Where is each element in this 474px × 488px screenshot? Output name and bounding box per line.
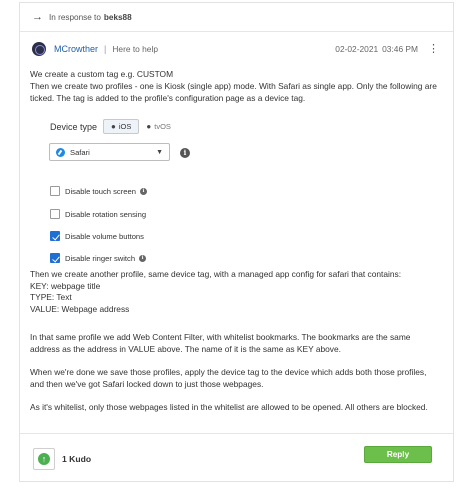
more-options-icon[interactable]: ⋮: [428, 43, 439, 55]
checkbox-checked[interactable]: [50, 231, 60, 241]
checkbox-label: Disable ringer switch: [65, 253, 136, 263]
safari-icon: [56, 147, 65, 157]
body-line: Then we create two profiles - one is Kio…: [30, 80, 437, 103]
post-body-paragraph: In that same profile we add Web Content …: [30, 332, 411, 354]
body-line: KEY: webpage title: [30, 280, 101, 291]
apple-icon: ●: [111, 122, 116, 131]
divider: [20, 31, 453, 32]
checkbox-row[interactable]: Disable volume buttons: [50, 230, 144, 242]
body-line: VALUE: Webpage address: [30, 303, 130, 314]
checkbox-row[interactable]: Disable ringer switch i: [50, 252, 147, 264]
avatar[interactable]: [32, 42, 46, 56]
post-header: MCrowther | Here to help 02-02-2021 03:4…: [32, 41, 439, 57]
info-icon[interactable]: i: [180, 148, 190, 158]
body-line: Then we create another profile, same dev…: [30, 269, 402, 279]
author-rank: Here to help: [112, 44, 158, 54]
app-select-value: Safari: [70, 147, 90, 157]
checkbox-row[interactable]: Disable rotation sensing: [50, 208, 146, 220]
header-separator: |: [104, 44, 107, 54]
body-line: We create a custom tag e.g. CUSTOM: [30, 69, 174, 79]
info-icon[interactable]: i: [139, 187, 147, 195]
apple-icon: ●: [146, 122, 152, 131]
divider: [20, 433, 453, 434]
in-response-prefix: In response to: [49, 12, 101, 22]
arrow-up-icon: ↑: [38, 453, 50, 465]
post-body-config: Then we create another profile, same dev…: [30, 269, 441, 315]
ios-option[interactable]: ● iOS: [103, 119, 140, 134]
tvos-option[interactable]: ● tvOS: [139, 119, 178, 134]
reply-arrow-icon: →: [32, 10, 43, 23]
checkbox-checked[interactable]: [50, 253, 60, 263]
kudo-count[interactable]: 1 Kudo: [62, 454, 91, 464]
checkbox[interactable]: [50, 186, 60, 196]
ios-label: iOS: [118, 122, 132, 131]
device-type-toggle: ● iOS ● tvOS: [103, 119, 178, 134]
device-type-label: Device type: [50, 121, 98, 132]
info-icon[interactable]: i: [139, 254, 147, 262]
post-body-paragraph: As it's whitelist, only those webpages l…: [30, 402, 428, 412]
post-date: 02-02-2021: [335, 44, 379, 54]
checkbox-label: Disable volume buttons: [65, 231, 144, 241]
body-line: TYPE: Text: [30, 292, 72, 302]
checkbox-row[interactable]: Disable touch screen i: [50, 185, 147, 197]
device-type-row: Device type ● iOS ● tvOS: [50, 119, 178, 134]
tvos-label: tvOS: [154, 122, 171, 131]
author-name[interactable]: MCrowther: [54, 44, 98, 54]
checkbox[interactable]: [50, 209, 60, 219]
post-time: 03:46 PM: [382, 44, 418, 54]
reply-button[interactable]: Reply: [364, 446, 432, 463]
message-card: → In response to beks88 MCrowther | Here…: [19, 2, 454, 482]
post-body-paragraph: When we're done we save those profiles, …: [30, 367, 427, 389]
post-body-intro: We create a custom tag e.g. CUSTOM Then …: [30, 69, 439, 104]
checkbox-label: Disable touch screen: [65, 186, 136, 196]
in-response-to[interactable]: → In response to beks88: [32, 9, 132, 25]
chevron-down-icon: ▼: [156, 148, 163, 156]
in-response-user[interactable]: beks88: [104, 13, 132, 22]
checkbox-label: Disable rotation sensing: [65, 209, 147, 219]
kudo-button[interactable]: ↑: [33, 448, 55, 470]
app-select[interactable]: Safari ▼: [49, 143, 170, 161]
